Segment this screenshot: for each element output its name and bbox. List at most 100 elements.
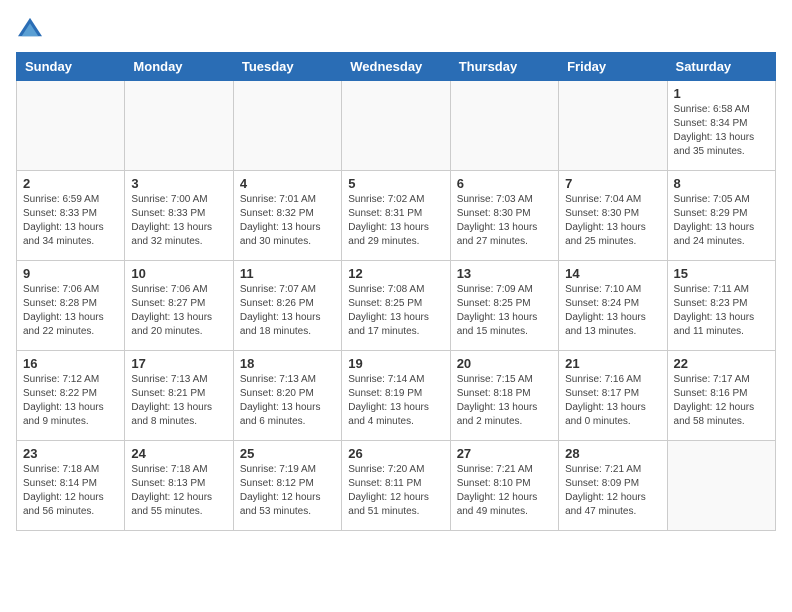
calendar-cell	[450, 81, 558, 171]
day-number: 28	[565, 446, 660, 461]
day-number: 7	[565, 176, 660, 191]
day-info: Sunrise: 6:58 AM Sunset: 8:34 PM Dayligh…	[674, 103, 769, 159]
logo-icon	[16, 16, 44, 40]
day-number: 13	[457, 266, 552, 281]
calendar-cell: 14Sunrise: 7:10 AM Sunset: 8:24 PM Dayli…	[559, 261, 667, 351]
day-info: Sunrise: 7:15 AM Sunset: 8:18 PM Dayligh…	[457, 373, 552, 429]
calendar-week-row: 23 Sunrise: 7:18 AM Sunset: 8:14 PM Dayli…	[17, 441, 776, 531]
day-info: Sunrise: 7:04 AM Sunset: 8:30 PM Dayligh…	[565, 193, 660, 249]
day-number: 5	[348, 176, 443, 191]
logo	[16, 16, 48, 40]
day-of-week-header: Monday	[125, 53, 233, 81]
day-of-week-header: Tuesday	[233, 53, 341, 81]
calendar-cell: 2 Sunrise: 6:59 AM Sunset: 8:33 PM Daylig…	[17, 171, 125, 261]
calendar-cell: 24 Sunrise: 7:18 AM Sunset: 8:13 PM Dayli…	[125, 441, 233, 531]
calendar-cell: 20 Sunrise: 7:15 AM Sunset: 8:18 PM Dayli…	[450, 351, 558, 441]
day-of-week-header: Wednesday	[342, 53, 450, 81]
day-info: Sunrise: 7:17 AM Sunset: 8:16 PM Dayligh…	[674, 373, 769, 429]
calendar-cell: 11 Sunrise: 7:07 AM Sunset: 8:26 PM Dayli…	[233, 261, 341, 351]
day-number: 15	[674, 266, 769, 281]
calendar-cell: 19Sunrise: 7:14 AM Sunset: 8:19 PM Dayli…	[342, 351, 450, 441]
day-number: 9	[23, 266, 118, 281]
day-info: Sunrise: 7:13 AM Sunset: 8:21 PM Dayligh…	[131, 373, 226, 429]
day-info: Sunrise: 7:08 AM Sunset: 8:25 PM Dayligh…	[348, 283, 443, 339]
calendar-week-row: 2 Sunrise: 6:59 AM Sunset: 8:33 PM Daylig…	[17, 171, 776, 261]
day-info: Sunrise: 7:20 AM Sunset: 8:11 PM Dayligh…	[348, 463, 443, 519]
calendar-table: SundayMondayTuesdayWednesdayThursdayFrid…	[16, 52, 776, 531]
calendar-cell: 9 Sunrise: 7:06 AM Sunset: 8:28 PM Daylig…	[17, 261, 125, 351]
calendar-cell: 6 Sunrise: 7:03 AM Sunset: 8:30 PM Daylig…	[450, 171, 558, 261]
day-number: 25	[240, 446, 335, 461]
day-number: 18	[240, 356, 335, 371]
calendar-cell: 7 Sunrise: 7:04 AM Sunset: 8:30 PM Daylig…	[559, 171, 667, 261]
calendar-cell: 5 Sunrise: 7:02 AM Sunset: 8:31 PM Daylig…	[342, 171, 450, 261]
day-number: 24	[131, 446, 226, 461]
calendar-cell	[342, 81, 450, 171]
calendar-cell: 4Sunrise: 7:01 AM Sunset: 8:32 PM Daylig…	[233, 171, 341, 261]
day-number: 3	[131, 176, 226, 191]
header	[16, 16, 776, 40]
day-number: 11	[240, 266, 335, 281]
day-info: Sunrise: 7:18 AM Sunset: 8:13 PM Dayligh…	[131, 463, 226, 519]
calendar-cell: 22Sunrise: 7:17 AM Sunset: 8:16 PM Dayli…	[667, 351, 775, 441]
day-of-week-header: Sunday	[17, 53, 125, 81]
calendar-week-row: 16 Sunrise: 7:12 AM Sunset: 8:22 PM Dayli…	[17, 351, 776, 441]
calendar-cell: 28 Sunrise: 7:21 AM Sunset: 8:09 PM Dayli…	[559, 441, 667, 531]
day-info: Sunrise: 7:13 AM Sunset: 8:20 PM Dayligh…	[240, 373, 335, 429]
day-of-week-header: Saturday	[667, 53, 775, 81]
day-info: Sunrise: 7:09 AM Sunset: 8:25 PM Dayligh…	[457, 283, 552, 339]
day-info: Sunrise: 7:21 AM Sunset: 8:09 PM Dayligh…	[565, 463, 660, 519]
calendar-cell: 26 Sunrise: 7:20 AM Sunset: 8:11 PM Dayli…	[342, 441, 450, 531]
day-info: Sunrise: 7:11 AM Sunset: 8:23 PM Dayligh…	[674, 283, 769, 339]
calendar-cell	[17, 81, 125, 171]
day-info: Sunrise: 7:02 AM Sunset: 8:31 PM Dayligh…	[348, 193, 443, 249]
day-info: Sunrise: 7:03 AM Sunset: 8:30 PM Dayligh…	[457, 193, 552, 249]
day-number: 23	[23, 446, 118, 461]
calendar-header-row: SundayMondayTuesdayWednesdayThursdayFrid…	[17, 53, 776, 81]
day-info: Sunrise: 7:06 AM Sunset: 8:28 PM Dayligh…	[23, 283, 118, 339]
day-number: 8	[674, 176, 769, 191]
calendar-cell: 12 Sunrise: 7:08 AM Sunset: 8:25 PM Dayli…	[342, 261, 450, 351]
day-info: Sunrise: 7:07 AM Sunset: 8:26 PM Dayligh…	[240, 283, 335, 339]
calendar-cell: 13 Sunrise: 7:09 AM Sunset: 8:25 PM Dayli…	[450, 261, 558, 351]
day-number: 6	[457, 176, 552, 191]
day-info: Sunrise: 7:05 AM Sunset: 8:29 PM Dayligh…	[674, 193, 769, 249]
day-info: Sunrise: 6:59 AM Sunset: 8:33 PM Dayligh…	[23, 193, 118, 249]
calendar-cell: 23 Sunrise: 7:18 AM Sunset: 8:14 PM Dayli…	[17, 441, 125, 531]
day-info: Sunrise: 7:18 AM Sunset: 8:14 PM Dayligh…	[23, 463, 118, 519]
day-of-week-header: Friday	[559, 53, 667, 81]
calendar-cell: 18 Sunrise: 7:13 AM Sunset: 8:20 PM Dayli…	[233, 351, 341, 441]
day-number: 2	[23, 176, 118, 191]
calendar-cell: 8 Sunrise: 7:05 AM Sunset: 8:29 PM Daylig…	[667, 171, 775, 261]
calendar-week-row: 1 Sunrise: 6:58 AM Sunset: 8:34 PM Daylig…	[17, 81, 776, 171]
calendar-cell: 27Sunrise: 7:21 AM Sunset: 8:10 PM Dayli…	[450, 441, 558, 531]
day-info: Sunrise: 7:10 AM Sunset: 8:24 PM Dayligh…	[565, 283, 660, 339]
day-info: Sunrise: 7:21 AM Sunset: 8:10 PM Dayligh…	[457, 463, 552, 519]
day-number: 21	[565, 356, 660, 371]
calendar-cell: 15 Sunrise: 7:11 AM Sunset: 8:23 PM Dayli…	[667, 261, 775, 351]
calendar-week-row: 9 Sunrise: 7:06 AM Sunset: 8:28 PM Daylig…	[17, 261, 776, 351]
day-info: Sunrise: 7:06 AM Sunset: 8:27 PM Dayligh…	[131, 283, 226, 339]
day-number: 1	[674, 86, 769, 101]
day-of-week-header: Thursday	[450, 53, 558, 81]
day-info: Sunrise: 7:16 AM Sunset: 8:17 PM Dayligh…	[565, 373, 660, 429]
calendar-cell: 25Sunrise: 7:19 AM Sunset: 8:12 PM Dayli…	[233, 441, 341, 531]
day-number: 26	[348, 446, 443, 461]
calendar-cell	[667, 441, 775, 531]
calendar-cell: 10 Sunrise: 7:06 AM Sunset: 8:27 PM Dayli…	[125, 261, 233, 351]
day-number: 16	[23, 356, 118, 371]
day-info: Sunrise: 7:14 AM Sunset: 8:19 PM Dayligh…	[348, 373, 443, 429]
day-number: 10	[131, 266, 226, 281]
calendar-cell: 17Sunrise: 7:13 AM Sunset: 8:21 PM Dayli…	[125, 351, 233, 441]
calendar-cell	[559, 81, 667, 171]
calendar-cell: 21 Sunrise: 7:16 AM Sunset: 8:17 PM Dayli…	[559, 351, 667, 441]
day-info: Sunrise: 7:00 AM Sunset: 8:33 PM Dayligh…	[131, 193, 226, 249]
day-info: Sunrise: 7:12 AM Sunset: 8:22 PM Dayligh…	[23, 373, 118, 429]
day-number: 12	[348, 266, 443, 281]
calendar-cell: 3 Sunrise: 7:00 AM Sunset: 8:33 PM Daylig…	[125, 171, 233, 261]
calendar-cell: 1 Sunrise: 6:58 AM Sunset: 8:34 PM Daylig…	[667, 81, 775, 171]
calendar-cell	[125, 81, 233, 171]
day-info: Sunrise: 7:01 AM Sunset: 8:32 PM Dayligh…	[240, 193, 335, 249]
calendar-cell	[233, 81, 341, 171]
day-number: 20	[457, 356, 552, 371]
